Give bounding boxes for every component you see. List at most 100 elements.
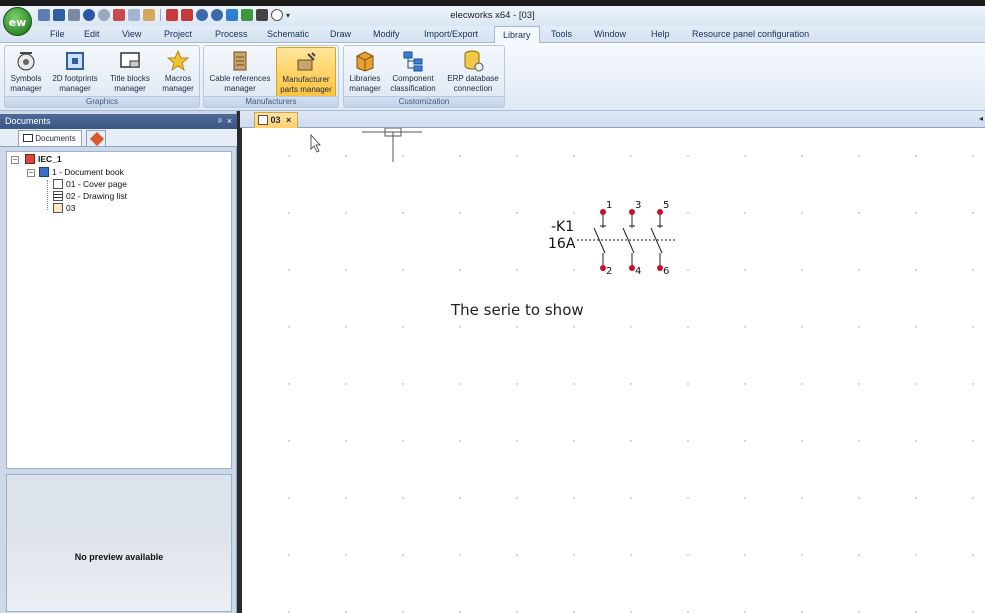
menu-import-export[interactable]: Import/Export: [424, 29, 478, 39]
pin-label-2: 2: [606, 266, 613, 277]
pin-label-6: 6: [663, 266, 670, 277]
tree-connector: [47, 180, 48, 210]
menu-schematic[interactable]: Schematic: [267, 29, 309, 39]
component-classification-label-2: classification: [390, 84, 436, 93]
manufacturer-parts-label-2: parts manager: [280, 85, 332, 94]
new-icon[interactable]: [38, 9, 50, 21]
ribbon-group-customization-label: Customization: [344, 96, 504, 107]
pan-icon[interactable]: [226, 9, 238, 21]
refresh-icon[interactable]: [241, 9, 253, 21]
menu-process[interactable]: Process: [215, 29, 248, 39]
paste-icon[interactable]: [143, 9, 155, 21]
menu-resource-panel-configuration[interactable]: Resource panel configuration: [692, 29, 809, 39]
title-blocks-manager-label-1: Title blocks: [110, 74, 150, 83]
insert-right-icon[interactable]: [181, 9, 193, 21]
cable-references-label-1: Cable references: [209, 74, 271, 83]
quick-access-toolbar: ▾: [38, 7, 290, 23]
cut-icon[interactable]: [113, 9, 125, 21]
footprints-manager-label-1: 2D footprints: [52, 74, 98, 83]
tree-item-cover-page[interactable]: 01 - Cover page: [53, 179, 127, 189]
book-icon: [39, 167, 49, 177]
pin-label-1: 1: [606, 200, 613, 211]
close-tab-icon[interactable]: ×: [286, 115, 291, 125]
menu-help[interactable]: Help: [651, 29, 670, 39]
erp-database-connection-button[interactable]: ERP database connection: [443, 47, 503, 97]
menu-window[interactable]: Window: [594, 29, 626, 39]
customize-dropdown-icon[interactable]: ▾: [286, 11, 290, 20]
cable-references-label-2: manager: [224, 84, 256, 93]
ribbon-group-graphics: Symbols manager 2D footprints manager Ti…: [4, 45, 200, 108]
menu-modify[interactable]: Modify: [373, 29, 400, 39]
erp-database-label-2: connection: [453, 84, 493, 93]
expand-book-icon[interactable]: −: [27, 169, 35, 177]
tree-item-03[interactable]: 03: [53, 203, 75, 213]
schematic-drawing: [310, 128, 677, 271]
pin-icon[interactable]: ᵖ: [218, 116, 221, 126]
mouse-pointer-icon: [310, 133, 321, 153]
ribbon-group-manufacturers-label: Manufacturers: [204, 96, 338, 107]
list-icon: [53, 191, 63, 201]
macros-manager-icon: [166, 49, 190, 72]
menu-file[interactable]: File: [50, 29, 65, 39]
component-tag[interactable]: -K1: [551, 219, 574, 235]
tab-document-03[interactable]: 03 ×: [254, 112, 298, 128]
tree-book[interactable]: 1 - Document book: [39, 167, 124, 177]
menu-project[interactable]: Project: [164, 29, 192, 39]
copy-icon[interactable]: [128, 9, 140, 21]
print-icon[interactable]: [68, 9, 80, 21]
ribbon: Symbols manager 2D footprints manager Ti…: [0, 43, 985, 111]
tree-item-list-label: 02 - Drawing list: [66, 191, 127, 201]
ribbon-group-graphics-label: Graphics: [5, 96, 199, 107]
menu-edit[interactable]: Edit: [84, 29, 100, 39]
menu-library[interactable]: Library: [494, 26, 540, 43]
menu-view[interactable]: View: [122, 29, 141, 39]
macros-manager-label-2: manager: [162, 84, 194, 93]
manufacturer-parts-label-1: Manufacturer: [282, 75, 330, 84]
preview-text: No preview available: [74, 552, 164, 562]
tree-root[interactable]: IEC_1: [25, 154, 62, 164]
tab-components[interactable]: [86, 130, 106, 147]
panel-tabs: Documents: [0, 129, 237, 147]
undo-icon[interactable]: [83, 9, 95, 21]
menu-tools[interactable]: Tools: [551, 29, 572, 39]
binoculars-icon[interactable]: [256, 9, 268, 21]
menu-bar: File Edit View Project Process Schematic…: [0, 26, 985, 43]
zoom-out-icon[interactable]: [211, 9, 223, 21]
manufacturer-parts-manager-button[interactable]: Manufacturer parts manager: [276, 47, 336, 97]
cable-references-manager-button[interactable]: Cable references manager: [206, 47, 274, 97]
redo-icon[interactable]: [98, 9, 110, 21]
footprints-manager-button[interactable]: 2D footprints manager: [47, 47, 103, 97]
app-logo-button[interactable]: ew: [3, 7, 32, 36]
pin-label-3: 3: [635, 200, 642, 211]
tree-item-03-label: 03: [66, 203, 76, 213]
symbols-manager-icon: [17, 52, 35, 71]
title-blocks-manager-button[interactable]: Title blocks manager: [105, 47, 155, 97]
tree-item-drawing-list[interactable]: 02 - Drawing list: [53, 191, 127, 201]
drawing-note[interactable]: The serie to show: [451, 301, 584, 319]
insert-left-icon[interactable]: [166, 9, 178, 21]
help-icon[interactable]: [271, 9, 283, 21]
manufacturer-parts-icon: [297, 52, 316, 71]
document-tree: − IEC_1 − 1 - Document book 01 - Cover p…: [6, 151, 232, 469]
tree-item-cover-label: 01 - Cover page: [66, 179, 127, 189]
scroll-right-icon[interactable]: ◂: [979, 114, 983, 123]
macros-manager-button[interactable]: Macros manager: [158, 47, 198, 97]
tree-root-label: IEC_1: [38, 154, 62, 164]
macros-manager-label-1: Macros: [164, 74, 192, 83]
component-classification-icon: [403, 51, 423, 72]
footprints-manager-label-2: manager: [59, 84, 91, 93]
libraries-manager-button[interactable]: Libraries manager: [346, 47, 384, 97]
schematic-tab-icon: [258, 115, 268, 125]
component-classification-button[interactable]: Component classification: [386, 47, 440, 97]
documents-tab-icon: [23, 134, 33, 142]
close-icon[interactable]: ×: [227, 116, 232, 126]
drawing-canvas[interactable]: -K1 16A 1 3 5 2 4 6 The serie to show: [240, 128, 985, 613]
menu-draw[interactable]: Draw: [330, 29, 351, 39]
symbols-manager-button[interactable]: Symbols manager: [7, 47, 45, 97]
expand-root-icon[interactable]: −: [11, 156, 19, 164]
save-icon[interactable]: [53, 9, 65, 21]
title-blocks-manager-label-2: manager: [114, 84, 146, 93]
libraries-manager-label-1: Libraries: [349, 74, 381, 83]
tab-documents[interactable]: Documents: [18, 130, 82, 146]
zoom-icon[interactable]: [196, 9, 208, 21]
